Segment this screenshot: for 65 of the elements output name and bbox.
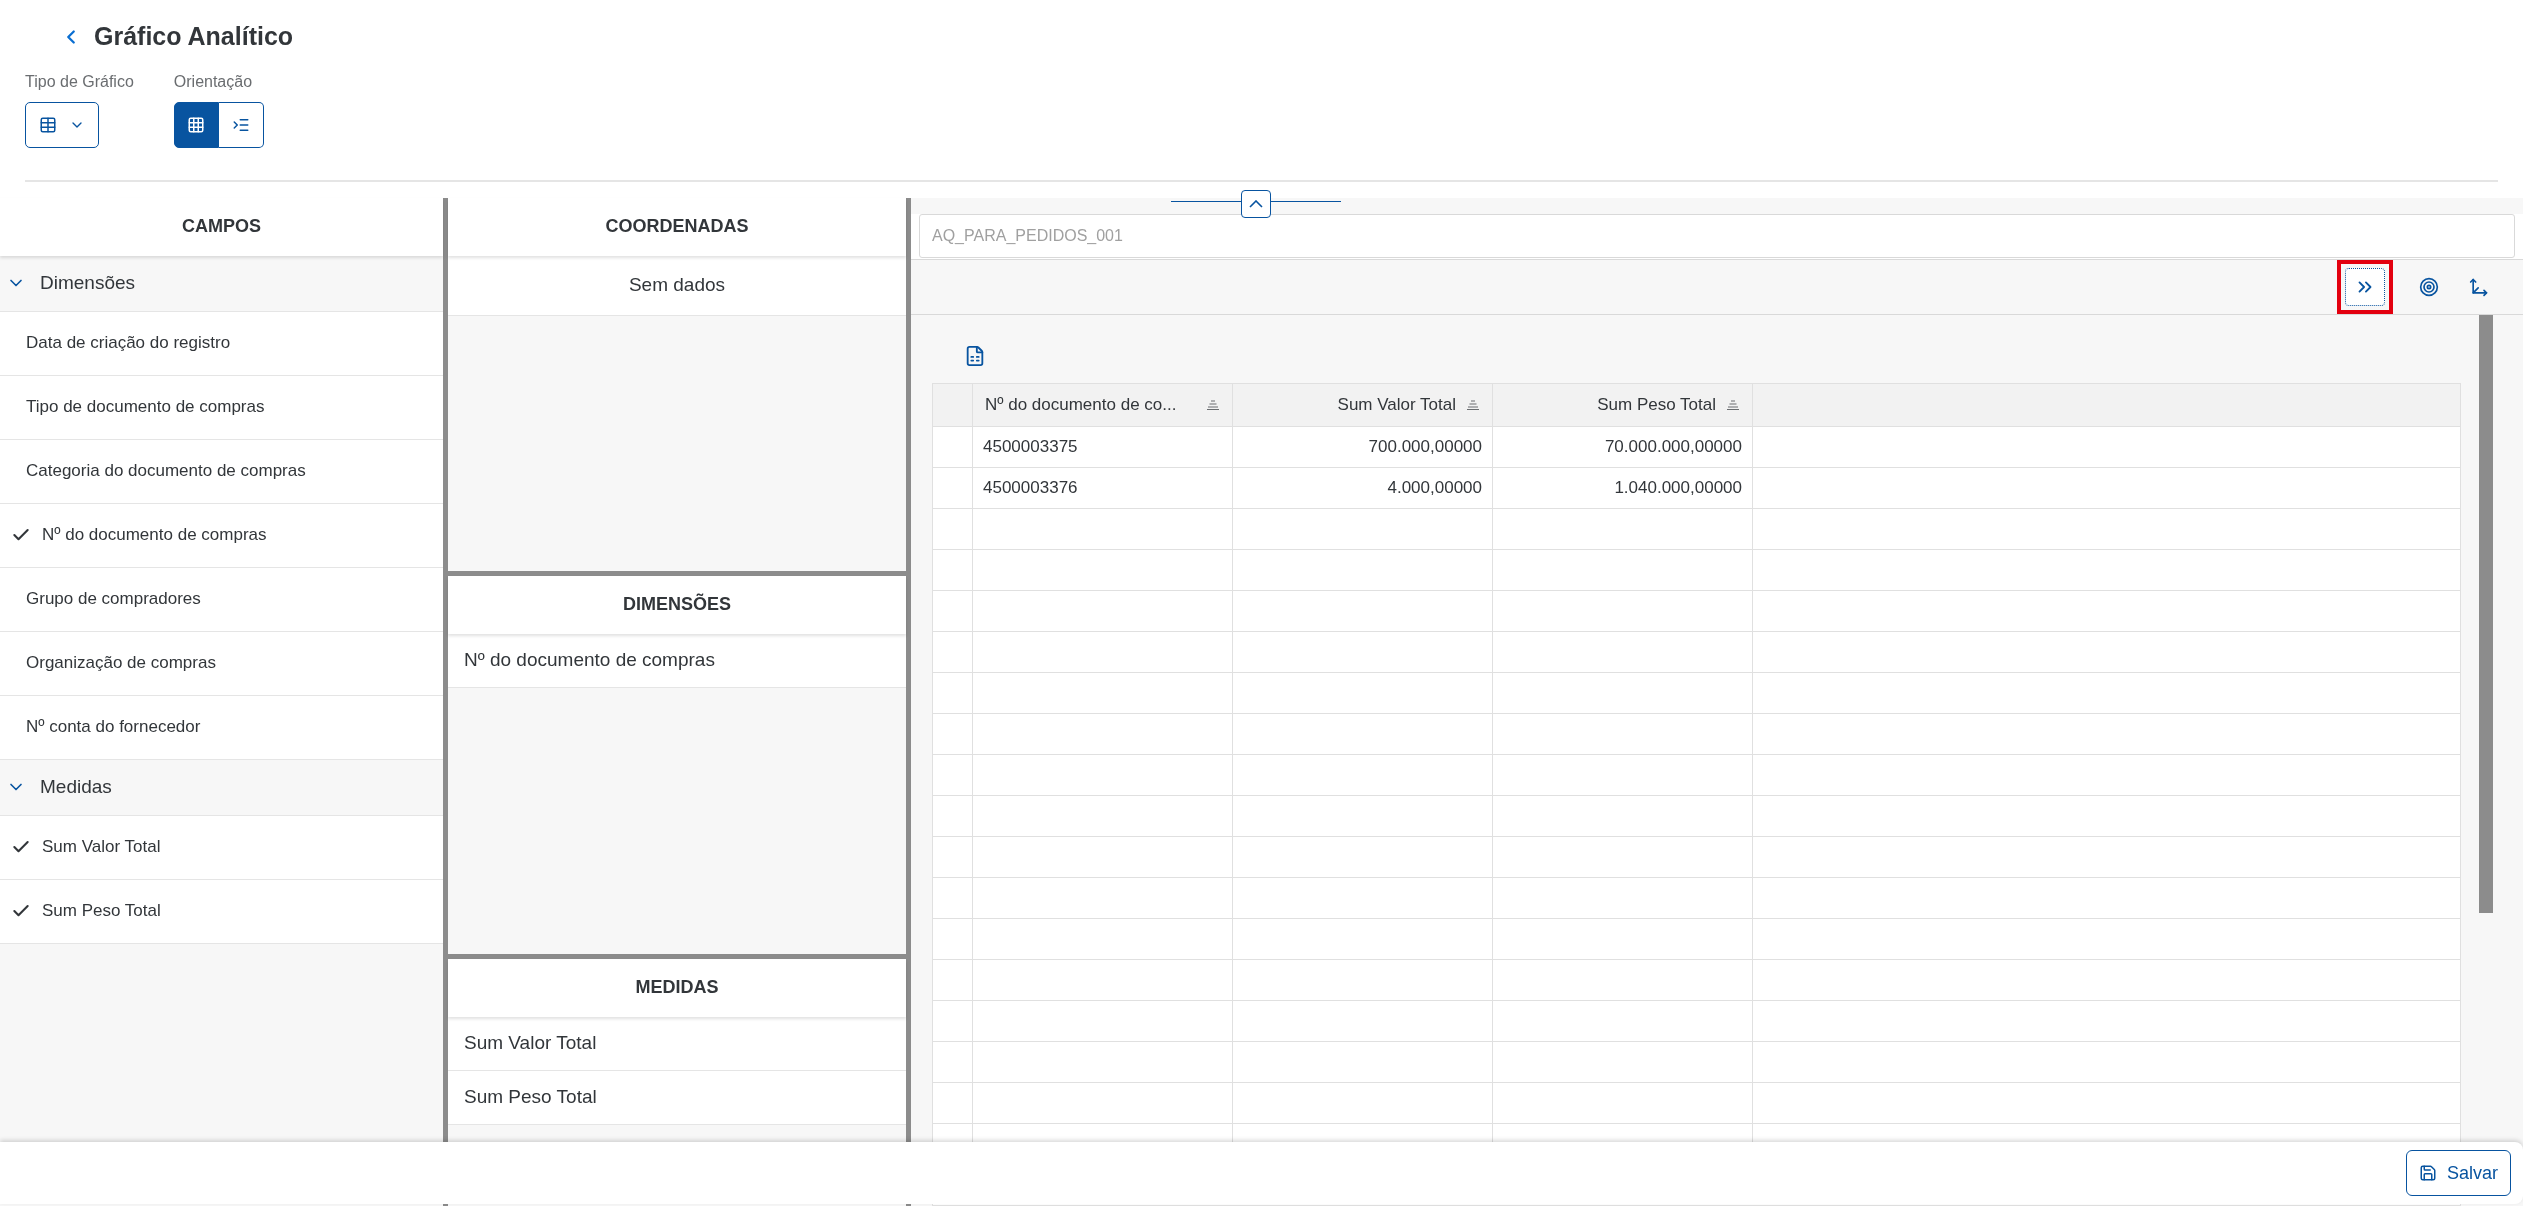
field-label: Sum Valor Total xyxy=(42,836,161,859)
field-item[interactable]: Sum Valor Total xyxy=(0,815,443,880)
item-label: Sum Valor Total xyxy=(464,1030,597,1055)
chart-type-select[interactable] xyxy=(25,101,99,148)
scrollbar-thumb[interactable] xyxy=(2479,314,2493,913)
expand-button[interactable] xyxy=(2345,267,2385,306)
table-cell: 70.000.000,00000 xyxy=(1493,426,1753,467)
drop-item[interactable]: Nº do documento de compras xyxy=(448,633,906,688)
field-item[interactable]: Data de criação do registro xyxy=(0,311,443,376)
column-title: Sum Valor Total xyxy=(1337,393,1456,416)
field-item[interactable]: Nº conta do fornecedor xyxy=(0,695,443,760)
column-header[interactable]: Sum Valor Total xyxy=(1233,383,1493,426)
field-item[interactable]: Sum Peso Total xyxy=(0,879,443,944)
spreadsheet-icon xyxy=(964,344,986,367)
drop-item[interactable]: Sum Peso Total xyxy=(448,1070,906,1125)
collapse-button[interactable] xyxy=(1241,189,1271,218)
group-label: Medidas xyxy=(40,774,112,799)
sort-icon xyxy=(1726,399,1740,410)
page-title: Gráfico Analítico xyxy=(94,21,294,52)
column-title: Sum Peso Total xyxy=(1597,393,1716,416)
save-button[interactable]: Salvar xyxy=(2405,1150,2511,1196)
field-label: Tipo de Gráfico xyxy=(25,71,134,92)
export-spreadsheet-button[interactable] xyxy=(964,344,986,367)
item-label: Nº do documento de compras xyxy=(464,647,715,672)
field-item[interactable]: Categoria do documento de compras xyxy=(0,439,443,504)
field-label: Grupo de compradores xyxy=(26,588,201,611)
orientation-toggle[interactable] xyxy=(218,101,264,148)
field-item[interactable]: Grupo de compradores xyxy=(0,567,443,632)
field-item[interactable]: Organização de compras xyxy=(0,631,443,696)
column-title: Nº do documento de co... xyxy=(985,393,1177,416)
table-cell: 1.040.000,00000 xyxy=(1493,467,1753,508)
table-cell: 4500003375 xyxy=(973,426,1233,467)
drop-item[interactable]: Sem dados xyxy=(448,255,906,316)
table-cell: 4.000,00000 xyxy=(1233,467,1493,508)
field-label: Sum Peso Total xyxy=(42,900,161,923)
column-header[interactable]: Sum Peso Total xyxy=(1493,383,1753,426)
axes-icon xyxy=(2469,276,2489,297)
column-header[interactable]: Nº do documento de co... xyxy=(973,383,1233,426)
orientation-toggle[interactable] xyxy=(173,101,219,148)
section-title: COORDENADAS xyxy=(605,215,749,238)
item-label: Sum Peso Total xyxy=(464,1084,597,1109)
section-title: MEDIDAS xyxy=(635,976,719,999)
field-item[interactable]: Nº do documento de compras xyxy=(0,503,443,568)
field-label: Data de criação do registro xyxy=(26,332,231,355)
table-cell: 4500003376 xyxy=(973,467,1233,508)
field-label: Orientação xyxy=(173,71,254,92)
table-cell: 700.000,00000 xyxy=(1233,426,1493,467)
field-label: Nº do documento de compras xyxy=(42,524,267,547)
group-label: Dimensões xyxy=(40,270,136,295)
drop-item[interactable]: Sum Valor Total xyxy=(448,1016,906,1071)
target-icon xyxy=(2419,276,2439,297)
field-item[interactable]: Tipo de documento de compras xyxy=(0,375,443,440)
section-title: CAMPOS xyxy=(182,215,261,238)
grid-icon xyxy=(187,115,206,134)
field-label: Organização de compras xyxy=(26,652,216,675)
table-icon xyxy=(39,115,57,134)
item-label: Sem dados xyxy=(628,272,726,297)
field-label: Nº conta do fornecedor xyxy=(26,716,201,739)
section-title: DIMENSÕES xyxy=(623,592,731,616)
field-label: Categoria do documento de compras xyxy=(26,460,306,483)
field-label: Tipo de documento de compras xyxy=(26,396,265,419)
sort-icon xyxy=(1466,399,1480,410)
chevron-up-icon xyxy=(1249,199,1263,208)
sort-icon xyxy=(1206,399,1220,410)
save-icon xyxy=(2418,1164,2437,1182)
